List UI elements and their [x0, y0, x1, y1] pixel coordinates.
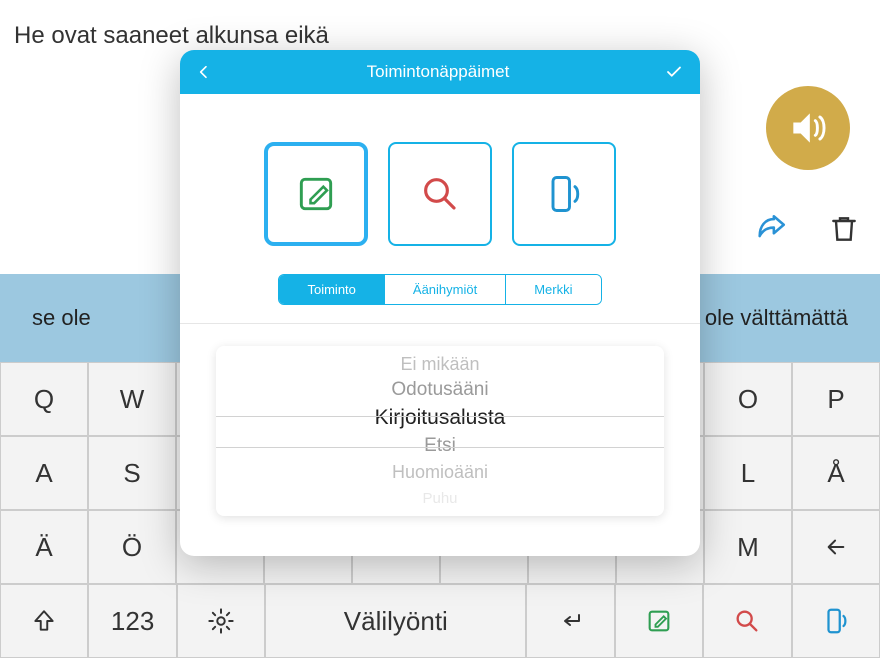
picker-option[interactable]: Puhu [422, 485, 457, 511]
picker-option[interactable]: Huomioääni [392, 459, 488, 485]
action-keys-modal: Toimintonäppäimet Toiminto Äänihymiöt Me… [180, 50, 700, 556]
modal-overlay: Toimintonäppäimet Toiminto Äänihymiöt Me… [0, 0, 880, 660]
segment-action[interactable]: Toiminto [279, 275, 383, 304]
edit-icon [294, 172, 338, 216]
separator [180, 323, 700, 324]
modal-title: Toimintonäppäimet [367, 62, 510, 82]
picker-option[interactable]: Etsi [424, 433, 456, 459]
phone-sound-icon [542, 172, 586, 216]
segment-symbol[interactable]: Merkki [505, 275, 600, 304]
chevron-left-icon [196, 63, 212, 81]
segment-control: Toiminto Äänihymiöt Merkki [180, 274, 700, 305]
action-option-search[interactable] [388, 142, 492, 246]
picker-option-selected[interactable]: Kirjoitusalusta [375, 403, 506, 433]
segment-sounds[interactable]: Äänihymiöt [384, 275, 505, 304]
back-button[interactable] [196, 63, 212, 81]
action-option-phone[interactable] [512, 142, 616, 246]
check-icon [664, 63, 684, 81]
search-icon [419, 173, 461, 215]
action-picker[interactable]: Ei mikään Odotusääni Kirjoitusalusta Ets… [216, 346, 664, 516]
confirm-button[interactable] [664, 63, 684, 81]
modal-header: Toimintonäppäimet [180, 50, 700, 94]
picker-option[interactable]: Ei mikään [400, 351, 479, 377]
action-icon-row [180, 94, 700, 274]
picker-option[interactable]: Odotusääni [391, 377, 488, 403]
action-option-edit[interactable] [264, 142, 368, 246]
